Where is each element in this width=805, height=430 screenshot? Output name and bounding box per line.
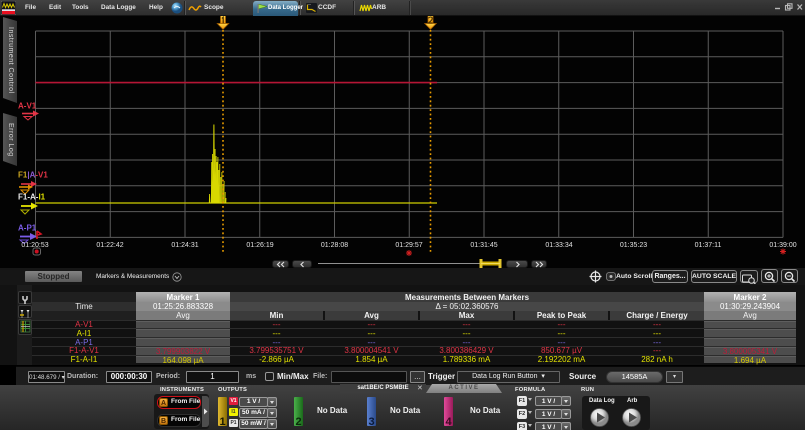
svg-text:01:28:08: 01:28:08 [321,242,348,249]
svg-text:F1|A-V1: F1|A-V1 [18,171,48,180]
svg-text:01:29:57: 01:29:57 [395,242,422,249]
svg-text:01:26:19: 01:26:19 [246,242,273,249]
svg-text:A-P1: A-P1 [18,224,37,233]
svg-text:01:37:11: 01:37:11 [695,242,722,249]
svg-text:01:33:34: 01:33:34 [545,242,572,249]
svg-text:01:22:42: 01:22:42 [96,242,123,249]
svg-text:01:39:00: 01:39:00 [769,242,796,249]
svg-text:01:35:23: 01:35:23 [620,242,647,249]
svg-text:01:31:45: 01:31:45 [470,242,497,249]
svg-text:F1-A-I1: F1-A-I1 [18,193,46,202]
svg-text:A-V1: A-V1 [18,102,37,111]
svg-text:01:24:31: 01:24:31 [171,242,198,249]
